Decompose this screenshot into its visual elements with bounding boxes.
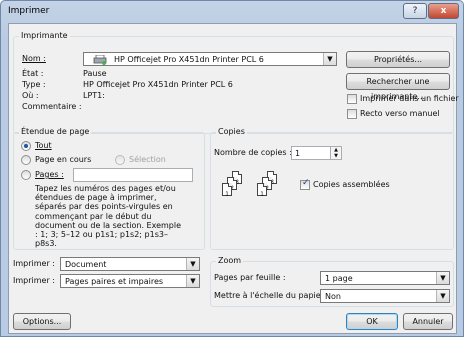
collate-page-1b: 1 xyxy=(257,183,267,198)
range-pages-radio[interactable] xyxy=(21,170,31,180)
page-range-group-label: Étendue de page xyxy=(19,127,92,136)
ok-button[interactable]: OK xyxy=(346,313,398,330)
chevron-down-icon[interactable]: ▼ xyxy=(323,53,336,65)
page-range-input[interactable] xyxy=(73,168,193,182)
range-current-radio[interactable] xyxy=(21,155,31,165)
pages-per-sheet-label: Pages par feuille : xyxy=(214,273,286,282)
page-range-help-text: Tapez les numéros des pages et/ou étendu… xyxy=(35,184,182,249)
range-selection-radio[interactable] xyxy=(115,155,125,165)
collate-page-1a: 1 xyxy=(222,183,232,198)
printer-name-select[interactable]: HP Officejet Pro X451dn Printer PCL 6 ▼ xyxy=(83,52,337,66)
type-value: HP Officejet Pro X451dn Printer PCL 6 xyxy=(83,80,233,89)
scale-to-paper-select[interactable]: Non ▼ xyxy=(320,289,450,303)
collate-checkbox[interactable] xyxy=(300,178,310,190)
copies-group-label: Copies xyxy=(216,127,247,136)
cancel-button[interactable]: Annuler xyxy=(403,313,453,330)
print-pages-label: Imprimer : xyxy=(13,276,55,285)
title-bar[interactable]: Imprimer ? x xyxy=(1,1,463,23)
print-pages-value: Pages paires et impaires xyxy=(65,277,164,286)
chevron-down-icon[interactable]: ▼ xyxy=(436,272,449,284)
zoom-group-label: Zoom xyxy=(216,256,244,265)
where-label: Où : xyxy=(22,91,39,100)
type-label: Type : xyxy=(22,80,46,89)
find-printer-button[interactable]: Rechercher une imprimante... xyxy=(346,73,450,101)
where-value: LPT1: xyxy=(83,91,105,100)
status-label: État : xyxy=(22,69,44,78)
range-selection-label: Sélection xyxy=(129,155,166,164)
chevron-down-icon[interactable]: ▼ xyxy=(186,258,199,270)
print-to-file-checkbox[interactable] xyxy=(347,94,357,104)
range-all-radio[interactable] xyxy=(21,141,31,151)
collate-label: Copies assemblées xyxy=(313,180,390,189)
status-value: Pause xyxy=(83,69,107,78)
manual-duplex-checkbox[interactable] xyxy=(347,109,357,119)
pages-per-sheet-value: 1 page xyxy=(325,274,353,283)
copies-count-input[interactable]: 1 xyxy=(291,146,331,160)
printer-icon xyxy=(93,55,107,65)
scale-to-paper-value: Non xyxy=(325,292,341,301)
chevron-down-icon[interactable]: ▼ xyxy=(186,275,199,287)
print-pages-select[interactable]: Pages paires et impaires ▼ xyxy=(60,274,200,288)
scale-to-paper-label: Mettre à l'échelle du papier : xyxy=(214,291,330,300)
range-pages-label: Pages : xyxy=(35,170,64,179)
print-what-label: Imprimer : xyxy=(13,259,55,268)
printer-group-label: Imprimante xyxy=(19,31,70,40)
help-button[interactable]: ? xyxy=(403,3,427,19)
range-current-label: Page en cours xyxy=(35,155,92,164)
print-to-file-label: Imprimer dans un fichier xyxy=(360,94,459,103)
print-what-select[interactable]: Document ▼ xyxy=(60,257,200,271)
chevron-down-icon[interactable]: ▼ xyxy=(436,290,449,302)
copies-spinner[interactable]: ▲ ▼ xyxy=(330,146,342,160)
copies-count-label: Nombre de copies : xyxy=(214,148,292,157)
comment-label: Commentaire : xyxy=(22,102,82,111)
options-button[interactable]: Options... xyxy=(13,313,71,330)
dialog-body: Imprimante Nom : HP Officejet Pro X451dn… xyxy=(8,23,459,334)
range-all-label: Tout xyxy=(35,141,52,150)
print-dialog: Imprimer ? x Imprimante Nom : HP Officej… xyxy=(0,0,464,337)
pages-per-sheet-select[interactable]: 1 page ▼ xyxy=(320,271,450,285)
manual-duplex-label: Recto verso manuel xyxy=(360,109,440,118)
properties-button[interactable]: Propriétés... xyxy=(346,51,450,68)
close-button[interactable]: x xyxy=(428,3,459,19)
printer-name-label: Nom : xyxy=(22,54,46,63)
print-what-value: Document xyxy=(65,260,107,269)
window-title: Imprimer xyxy=(8,6,50,16)
printer-name-value: HP Officejet Pro X451dn Printer PCL 6 xyxy=(114,55,264,64)
